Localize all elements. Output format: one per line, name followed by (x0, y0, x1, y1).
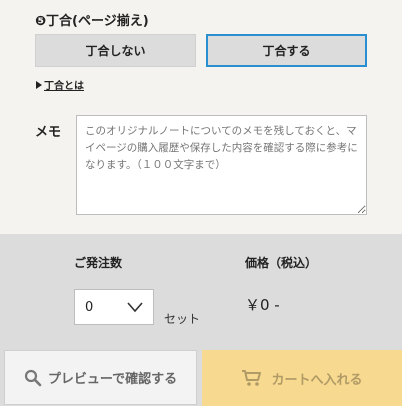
quantity-unit: セット (164, 312, 201, 326)
no-binding-button[interactable]: 丁合しない (35, 34, 196, 67)
search-icon (24, 369, 42, 386)
binding-info-label: 丁合とは (44, 81, 84, 92)
price-value: ￥0 - (245, 296, 280, 314)
add-to-cart-button[interactable]: カートへ入れる (202, 350, 402, 406)
preview-label: プレビューで確認する (47, 372, 178, 387)
quantity-value: 0 (85, 299, 94, 315)
binding-info-link[interactable]: 丁合とは (36, 77, 84, 92)
chevron-down-icon (127, 302, 143, 313)
memo-label: メモ (35, 125, 62, 140)
memo-field[interactable] (76, 115, 367, 215)
preview-button[interactable]: プレビューで確認する (4, 350, 197, 405)
quantity-select[interactable]: 0 (74, 289, 154, 325)
triangle-right-icon (36, 80, 42, 89)
section-title: ❺丁合(ページ揃え) (35, 14, 149, 29)
binding-button[interactable]: 丁合する (206, 34, 367, 67)
cart-icon (242, 370, 262, 386)
quantity-label: ご発注数 (74, 256, 123, 270)
price-label: 価格（税込） (245, 256, 318, 270)
cart-label: カートへ入れる (271, 372, 363, 388)
